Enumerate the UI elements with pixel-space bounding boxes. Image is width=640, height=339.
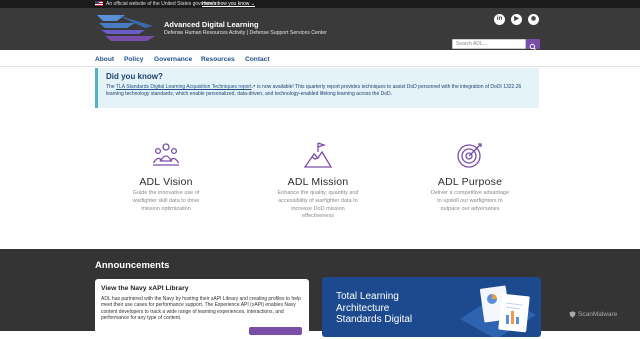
search-input[interactable] — [452, 39, 526, 49]
promo-text: Total Learning Architecture Standards Di… — [336, 291, 413, 325]
youtube-icon[interactable]: ▶ — [511, 14, 522, 25]
nav-governance[interactable]: Governance — [154, 56, 192, 63]
navy-xapi-card: View the Navy xAPI Library ADL has partn… — [95, 279, 309, 339]
target-icon — [457, 143, 482, 168]
vision-title: ADL Vision — [139, 176, 193, 188]
did-you-know-callout: Did you know? The TLA Standards Digital … — [95, 68, 539, 108]
scanmalware-watermark: ScanMalware — [569, 311, 618, 318]
nav-divider — [0, 66, 640, 67]
callout-prefix: The — [106, 84, 116, 90]
github-icon[interactable]: ◉ — [528, 14, 539, 25]
tla-report-link[interactable]: TLA Standards Digital Learning Acquisiti… — [116, 84, 252, 90]
nav-policy[interactable]: Policy — [124, 56, 143, 63]
site-header: Advanced Digital Learning Defense Human … — [0, 8, 640, 51]
announcements-heading: Announcements — [95, 260, 170, 271]
card-body: ADL has partnered with the Navy by hosti… — [101, 296, 301, 321]
watermark-text: ScanMalware — [578, 311, 618, 318]
card-action-button[interactable] — [249, 327, 302, 335]
purpose-description: Deliver a competitive advantage to upski… — [430, 190, 510, 212]
card-title: View the Navy xAPI Library — [101, 285, 189, 292]
us-flag-icon — [95, 1, 103, 6]
adl-logo-icon[interactable] — [95, 12, 157, 44]
tla-standards-promo[interactable]: Total Learning Architecture Standards Di… — [322, 277, 541, 337]
documents-illustration-icon — [460, 285, 536, 337]
purpose-title: ADL Purpose — [437, 176, 503, 188]
nav-contact[interactable]: Contact — [245, 56, 270, 63]
site-subtitle: Defense Human Resources Activity | Defen… — [164, 30, 327, 36]
gov-banner: An official website of the United States… — [0, 0, 640, 8]
site-title[interactable]: Advanced Digital Learning — [164, 20, 259, 29]
shield-icon — [569, 311, 576, 318]
how-you-know-link[interactable]: Here's how you know ⌄ — [202, 0, 255, 8]
mission-description: Enhance the quality, quantity and access… — [277, 190, 359, 220]
vision-description: Guide the innovative use of warfighter s… — [132, 190, 200, 212]
search-icon — [529, 43, 536, 51]
nav-resources[interactable]: Resources — [201, 56, 235, 63]
mountain-flag-icon — [304, 142, 332, 168]
callout-title: Did you know? — [106, 72, 163, 81]
mission-title: ADL Mission — [287, 176, 349, 188]
team-icon — [152, 143, 180, 166]
linkedin-icon[interactable]: in — [494, 14, 505, 25]
search-button[interactable] — [526, 39, 540, 51]
nav-about[interactable]: About — [95, 56, 114, 63]
callout-body: The TLA Standards Digital Learning Acqui… — [106, 84, 534, 98]
